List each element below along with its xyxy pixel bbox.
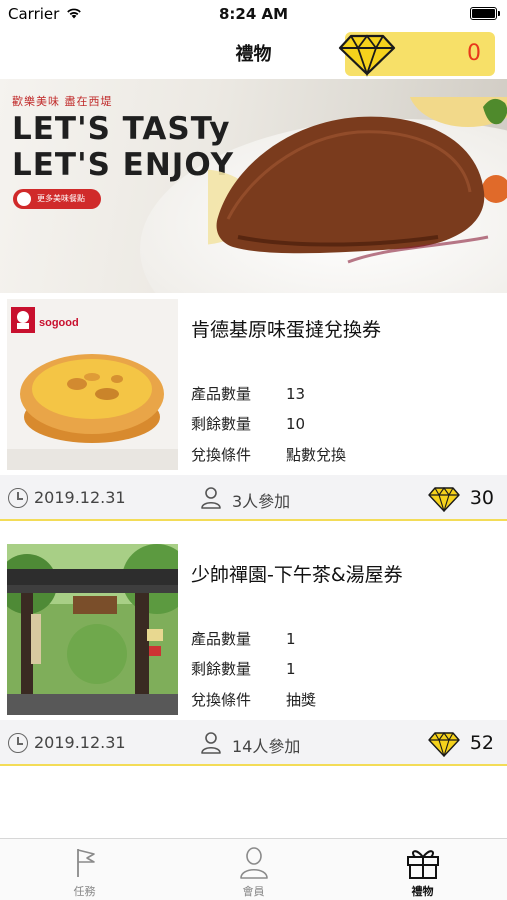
gift-card-body[interactable]: sogood 肯德基原味蛋撻兌換券 產品數量 13 剩餘數量 10 兌換條件 點數兌換 — [0, 293, 507, 475]
gift-title: 少帥禪園-下午茶&湯屋券 — [191, 564, 403, 586]
flag-icon — [77, 849, 95, 877]
info-label: 剩餘數量 — [191, 660, 252, 678]
info-label: 產品數量 — [191, 630, 252, 648]
info-value: 13 — [286, 385, 306, 403]
garden-gate-image — [7, 544, 178, 715]
tab-gift[interactable]: 禮物 — [338, 839, 507, 900]
info-row-quantity: 產品數量 1 — [191, 628, 296, 649]
tab-label: 任務 — [73, 885, 96, 898]
info-value: 10 — [286, 415, 306, 433]
gift-icon — [407, 850, 439, 879]
gift-card[interactable]: sogood 肯德基原味蛋撻兌換券 產品數量 13 剩餘數量 10 兌換條件 點數兌換… — [0, 293, 507, 524]
info-row-remaining: 剩餘數量 1 — [191, 658, 296, 679]
gift-card-footer: 2019.12.31 3人參加 30 — [0, 475, 507, 521]
gift-points: 30 — [469, 487, 494, 509]
info-value: 1 — [286, 660, 296, 678]
tab-tasks[interactable]: 任務 — [0, 839, 169, 900]
tab-label: 禮物 — [411, 885, 434, 898]
info-row-condition: 兌換條件 點數兌換 — [191, 444, 346, 465]
nav-bar: 禮物 0 — [0, 28, 507, 78]
info-label: 產品數量 — [191, 385, 252, 403]
sogood-logo: sogood — [39, 317, 79, 329]
gift-image — [7, 544, 178, 715]
status-time: 8:24 AM — [218, 5, 289, 23]
egg-tart-image: sogood — [7, 299, 178, 470]
steak-image — [208, 97, 507, 264]
tab-member[interactable]: 會員 — [169, 839, 338, 900]
gift-points: 52 — [469, 732, 494, 754]
clock-icon — [8, 488, 28, 508]
tab-bar: 任務 會員 禮物 — [0, 838, 507, 900]
points-value: 0 — [467, 41, 481, 66]
info-value: 抽獎 — [286, 691, 317, 709]
banner-subtitle: 歡樂美味 盡在西堤 — [12, 95, 113, 108]
info-label: 剩餘數量 — [191, 415, 252, 433]
gift-image: sogood — [7, 299, 178, 470]
tab-label: 會員 — [242, 885, 265, 898]
battery-icon — [470, 7, 500, 20]
person-icon — [240, 847, 268, 879]
info-row-remaining: 剩餘數量 10 — [191, 413, 305, 434]
restaurant-icon — [17, 192, 31, 206]
expiry-date: 2019.12.31 — [34, 733, 126, 752]
expiry-date: 2019.12.31 — [34, 488, 126, 507]
info-row-condition: 兌換條件 抽獎 — [191, 689, 316, 710]
gift-card-footer: 2019.12.31 14人參加 52 — [0, 720, 507, 766]
status-bar: Carrier 8:24 AM — [0, 0, 507, 28]
person-icon — [201, 487, 221, 509]
points-badge[interactable]: 0 — [338, 32, 495, 77]
info-row-quantity: 產品數量 13 — [191, 383, 305, 404]
info-label: 兌換條件 — [191, 691, 252, 709]
diamond-icon — [428, 732, 460, 757]
participants-count: 14人參加 — [232, 737, 301, 756]
diamond-icon — [338, 34, 396, 77]
info-value: 點數兌換 — [286, 446, 347, 464]
info-value: 1 — [286, 630, 296, 648]
promo-banner[interactable]: 歡樂美味 盡在西堤 LET'S TASTy LET'S ENJOY 更多美味餐點 — [0, 79, 507, 293]
banner-more-button[interactable]: 更多美味餐點 — [13, 189, 101, 209]
gift-card[interactable]: 少帥禪園-下午茶&湯屋券 產品數量 1 剩餘數量 1 兌換條件 抽獎 2019.12.… — [0, 538, 507, 769]
diamond-icon — [428, 487, 460, 512]
participants-count: 3人參加 — [232, 492, 291, 511]
gift-card-body[interactable]: 少帥禪園-下午茶&湯屋券 產品數量 1 剩餘數量 1 兌換條件 抽獎 — [0, 538, 507, 720]
info-label: 兌換條件 — [191, 446, 252, 464]
banner-headline-1: LET'S TASTy — [12, 111, 231, 147]
banner-headline-2: LET'S ENJOY — [12, 147, 235, 183]
gift-title: 肯德基原味蛋撻兌換券 — [191, 319, 382, 341]
banner-button-label: 更多美味餐點 — [37, 194, 85, 203]
person-icon — [201, 732, 221, 754]
clock-icon — [8, 733, 28, 753]
